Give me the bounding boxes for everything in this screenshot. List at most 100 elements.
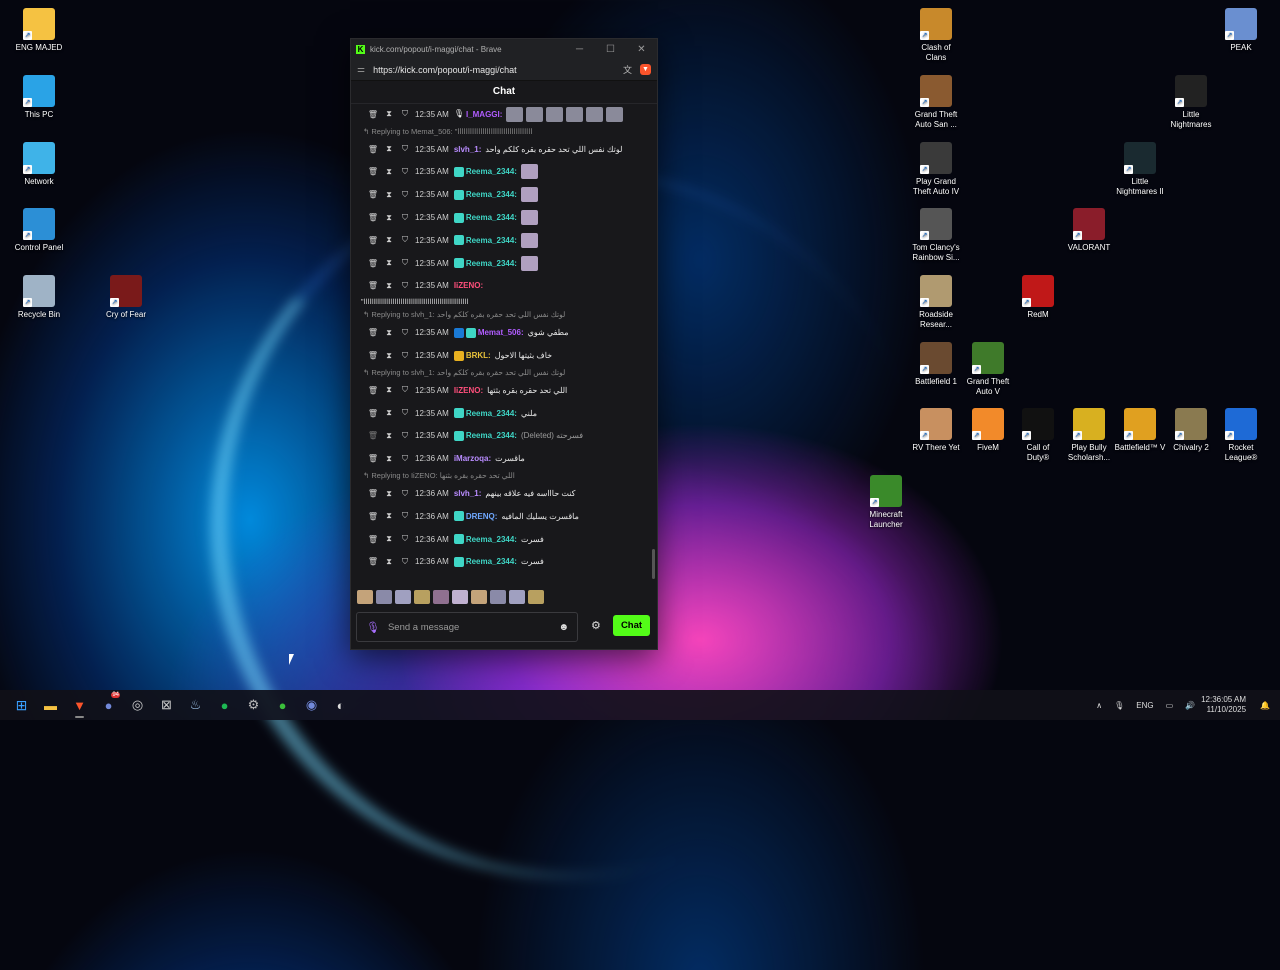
ban-shield-icon[interactable]: ⛉ <box>397 328 413 338</box>
network-icon[interactable]: ▭ <box>1166 701 1174 710</box>
reply-context[interactable]: ↰ Replying to slvh_1: لوتك نفس اللي تحد … <box>351 367 651 379</box>
desktop-right-icon-11[interactable]: ↗ Grand Theft Auto V <box>952 342 1024 397</box>
delete-icon[interactable]: 🗑 <box>365 145 381 154</box>
timeout-icon[interactable]: ⧗ <box>381 213 397 223</box>
settings-icon[interactable]: ⚙ <box>239 690 268 720</box>
chat-message[interactable]: 🗑 ⧗ ⛉ 12:35 AM Reema_2344: <box>351 206 651 229</box>
desktop-right-icon-8[interactable]: ↗ Roadside Resear... <box>900 275 972 330</box>
reply-context[interactable]: ↰ Replying to slvh_1: لوتك نفس اللي تحد … <box>351 309 651 321</box>
chat-message[interactable]: 🗑 ⧗ ⛉ 12:36 AM slvh_1: كنت حاااسه فيه علاقه ب… <box>351 482 651 505</box>
ban-shield-icon[interactable]: ⛉ <box>397 534 413 544</box>
timeout-icon[interactable]: ⧗ <box>381 281 397 291</box>
chat-messages[interactable]: 🗑 ⧗ ⛉ 12:35 AM 🎙 I_MAGGI: ↰ Replying to Memat_… <box>351 103 651 623</box>
desktop-right-icon-4[interactable]: ↗ Play Grand Theft Auto IV <box>900 142 972 197</box>
timeout-icon[interactable]: ⧗ <box>381 557 397 567</box>
timeout-icon[interactable]: ⧗ <box>381 167 397 177</box>
ban-shield-icon[interactable]: ⛉ <box>397 557 413 567</box>
chat-username[interactable]: I_MAGGI: <box>466 110 502 119</box>
chat-message[interactable]: 🗑 ⧗ ⛉ 12:35 AM Memat_506: مطفي شوي <box>351 321 651 344</box>
site-info-icon[interactable]: ⚌ <box>357 64 365 75</box>
ban-shield-icon[interactable]: ⛉ <box>397 408 413 418</box>
chat-username[interactable]: Memat_506: <box>478 328 524 337</box>
delete-icon[interactable]: 🗑 <box>365 190 381 199</box>
start-icon[interactable]: ⊞ <box>7 690 36 720</box>
timeout-icon[interactable]: ⧗ <box>381 511 397 521</box>
quick-emote[interactable] <box>395 590 411 604</box>
delete-icon[interactable]: 🗑 <box>365 351 381 360</box>
ban-shield-icon[interactable]: ⛉ <box>397 431 413 441</box>
chat-message[interactable]: 🗑 ⧗ ⛉ 12:35 AM IiZENO: <box>351 275 651 298</box>
desktop-right-icon-5[interactable]: ↗ Little Nightmares II <box>1104 142 1176 197</box>
desktop-right-icon-1[interactable]: ↗ PEAK <box>1205 8 1277 53</box>
quick-emote[interactable] <box>357 590 373 604</box>
xbox-icon[interactable]: ⊠ <box>152 690 181 720</box>
delete-icon[interactable]: 🗑 <box>365 110 381 119</box>
timeout-icon[interactable]: ⧗ <box>381 351 397 361</box>
spotify-icon[interactable]: ● <box>210 690 239 720</box>
ban-shield-icon[interactable]: ⛉ <box>397 144 413 154</box>
reply-context[interactable]: ↰ Replying to Memat_506: "اااااااااااااا… <box>351 126 651 138</box>
chat-username[interactable]: slvh_1: <box>454 145 482 154</box>
delete-icon[interactable]: 🗑 <box>365 259 381 268</box>
chat-message[interactable]: 🗑 ⧗ ⛉ 12:35 AM Reema_2344: فسرحته (Deleted) <box>351 425 651 448</box>
mic-tray-icon[interactable]: 🎙 <box>1114 701 1124 710</box>
delete-icon[interactable]: 🗑 <box>365 281 381 290</box>
discord-badge-icon[interactable]: ● 94 <box>94 690 123 720</box>
chat-message[interactable]: 🗑 ⧗ ⛉ 12:35 AM slvh_1: لوتك نفس اللي تحد حقره… <box>351 138 651 161</box>
quick-emote[interactable] <box>376 590 392 604</box>
chat-username[interactable]: Reema_2344: <box>466 236 517 245</box>
ban-shield-icon[interactable]: ⛉ <box>397 351 413 361</box>
timeout-icon[interactable]: ⧗ <box>381 454 397 464</box>
desktop-right-icon-18[interactable]: ↗ Rocket League® <box>1205 408 1277 463</box>
chat-settings-gear-icon[interactable]: ⚙ <box>591 619 601 632</box>
chat-username[interactable]: Reema_2344: <box>466 535 517 544</box>
xbox-app-icon[interactable]: ● <box>268 690 297 720</box>
timeout-icon[interactable]: ⧗ <box>381 408 397 418</box>
ban-shield-icon[interactable]: ⛉ <box>397 235 413 245</box>
chat-username[interactable]: IiZENO: <box>454 281 483 290</box>
steam-icon[interactable]: ♨ <box>181 690 210 720</box>
browser-window[interactable]: K kick.com/popout/i-maggi/chat - Brave ─… <box>350 38 658 650</box>
message-placeholder[interactable]: Send a message <box>388 622 459 633</box>
delete-icon[interactable]: 🗑 <box>365 431 381 440</box>
chat-message[interactable]: 🗑 ⧗ ⛉ 12:36 AM iMarzoqa: ماقسرت <box>351 447 651 470</box>
desktop-left-icon-0[interactable]: ↗ ENG MAJED <box>3 8 75 53</box>
emoji-icon[interactable]: ☻ <box>558 622 569 633</box>
chat-username[interactable]: iMarzoqa: <box>454 454 491 463</box>
delete-icon[interactable]: 🗑 <box>365 535 381 544</box>
timeout-icon[interactable]: ⧗ <box>381 328 397 338</box>
ban-shield-icon[interactable]: ⛉ <box>397 454 413 464</box>
quick-emote[interactable] <box>490 590 506 604</box>
desktop-left-icon-4[interactable]: ↗ Recycle Bin <box>3 275 75 320</box>
chevron-up-icon[interactable]: ∧ <box>1096 701 1102 710</box>
ban-shield-icon[interactable]: ⛉ <box>397 385 413 395</box>
ban-shield-icon[interactable]: ⛉ <box>397 511 413 521</box>
quick-emote[interactable] <box>452 590 468 604</box>
chat-username[interactable]: Reema_2344: <box>466 557 517 566</box>
chat-message[interactable]: 🗑 ⧗ ⛉ 12:35 AM Reema_2344: <box>351 161 651 184</box>
desktop-right-icon-0[interactable]: ↗ Clash of Clans <box>900 8 972 63</box>
delete-icon[interactable]: 🗑 <box>365 557 381 566</box>
ban-shield-icon[interactable]: ⛉ <box>397 213 413 223</box>
delete-icon[interactable]: 🗑 <box>365 409 381 418</box>
chat-username[interactable]: Reema_2344: <box>466 167 517 176</box>
delete-icon[interactable]: 🗑 <box>365 328 381 337</box>
quick-emote[interactable] <box>433 590 449 604</box>
mic-icon[interactable]: 🎙 <box>366 621 380 634</box>
ban-shield-icon[interactable]: ⛉ <box>397 281 413 291</box>
chat-message[interactable]: 🗑 ⧗ ⛉ 12:35 AM Reema_2344: <box>351 229 651 252</box>
chat-username[interactable]: DRENQ: <box>466 512 498 521</box>
chat-message[interactable]: 🗑 ⧗ ⛉ 12:36 AM DRENQ: ماقسرت يسليك المافيه <box>351 505 651 528</box>
chat-scrollbar[interactable] <box>652 549 655 579</box>
ban-shield-icon[interactable]: ⛉ <box>397 109 413 119</box>
delete-icon[interactable]: 🗑 <box>365 454 381 463</box>
chat-message[interactable]: 🗑 ⧗ ⛉ 12:36 AM Reema_2344: فسرت <box>351 528 651 551</box>
ban-shield-icon[interactable]: ⛉ <box>397 190 413 200</box>
quick-emote[interactable] <box>509 590 525 604</box>
maximize-icon[interactable]: ☐ <box>595 44 626 55</box>
timeout-icon[interactable]: ⧗ <box>381 109 397 119</box>
brave-shields-icon[interactable]: ▼ <box>640 64 651 75</box>
chat-message[interactable]: 🗑 ⧗ ⛉ 12:35 AM Reema_2344: <box>351 183 651 206</box>
reply-context[interactable]: ↰ Replying to IiZENO: اللي تحد حقره بقره… <box>351 470 651 482</box>
quick-emote[interactable] <box>471 590 487 604</box>
